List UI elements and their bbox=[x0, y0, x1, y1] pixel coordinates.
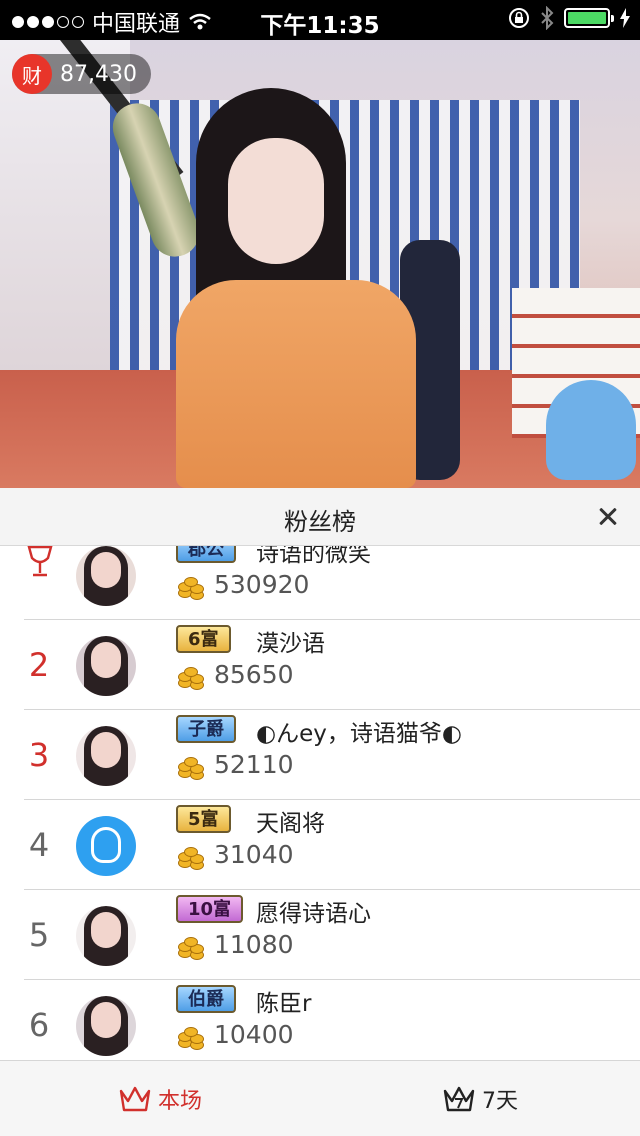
tab-7-days[interactable]: 7天 bbox=[442, 1077, 518, 1121]
user-name: 漠沙语 bbox=[256, 631, 325, 657]
user-name: 陈臣r bbox=[256, 991, 312, 1017]
live-video[interactable] bbox=[0, 40, 640, 488]
ranking-period-tabs: 本场 7天 bbox=[0, 1060, 640, 1136]
avatar[interactable] bbox=[76, 906, 136, 966]
rank-number: 5 bbox=[28, 916, 50, 954]
fan-ranking-list[interactable]: 郡公 诗语的微笑 530920 2 6富 漠沙语 85650 3 子爵 ◐んey… bbox=[0, 546, 640, 1060]
user-name: 天阁将 bbox=[256, 811, 325, 837]
contribution-score: 10400 bbox=[214, 1020, 294, 1049]
rank-number: 4 bbox=[28, 826, 50, 864]
battery-icon bbox=[564, 8, 614, 28]
contribution-score: 52110 bbox=[214, 750, 294, 779]
wealth-badge[interactable]: 财 87,430 bbox=[12, 54, 151, 94]
rank-title-badge: 郡公 bbox=[176, 546, 236, 563]
panel-title: 粉丝榜 bbox=[284, 508, 356, 536]
list-item[interactable]: 郡公 诗语的微笑 530920 bbox=[24, 546, 640, 620]
crown-7-icon bbox=[443, 1086, 475, 1112]
avatar[interactable] bbox=[76, 996, 136, 1056]
user-name: 愿得诗语心 bbox=[256, 901, 371, 927]
contribution-score: 85650 bbox=[214, 660, 294, 689]
coin-icon bbox=[178, 664, 206, 692]
orientation-lock-icon bbox=[509, 8, 529, 28]
user-name: ◐んey，诗语猫爷◐ bbox=[256, 721, 462, 747]
user-name: 诗语的微笑 bbox=[256, 546, 371, 567]
tab-label: 本场 bbox=[158, 1089, 203, 1114]
list-item[interactable]: 2 6富 漠沙语 85650 bbox=[24, 620, 640, 710]
avatar[interactable] bbox=[76, 726, 136, 786]
list-item[interactable]: 3 子爵 ◐んey，诗语猫爷◐ 52110 bbox=[24, 710, 640, 800]
contribution-score: 530920 bbox=[214, 570, 310, 599]
rank-title-badge: 伯爵 bbox=[176, 985, 236, 1013]
wealth-icon: 财 bbox=[12, 54, 52, 94]
list-item[interactable]: 5 10富 愿得诗语心 11080 bbox=[24, 890, 640, 980]
crown-icon bbox=[119, 1086, 151, 1112]
coin-icon bbox=[178, 574, 206, 602]
tab-current-session[interactable]: 本场 bbox=[118, 1077, 202, 1121]
coin-icon bbox=[178, 1024, 206, 1052]
default-avatar-icon[interactable] bbox=[76, 816, 136, 876]
bluetooth-icon bbox=[541, 6, 554, 30]
contribution-score: 31040 bbox=[214, 840, 294, 869]
rank-title-badge: 6富 bbox=[176, 625, 231, 653]
status-bar: 中国联通 下午11:35 bbox=[0, 0, 640, 40]
coin-icon bbox=[178, 754, 206, 782]
rank-number: 3 bbox=[28, 736, 50, 774]
close-icon[interactable] bbox=[590, 498, 626, 534]
coin-icon bbox=[178, 934, 206, 962]
avatar[interactable] bbox=[76, 546, 136, 606]
rank-number: 2 bbox=[28, 646, 50, 684]
system-indicators bbox=[508, 6, 630, 30]
list-item[interactable]: 4 5富 天阁将 31040 bbox=[24, 800, 640, 890]
trophy-icon bbox=[27, 546, 53, 577]
avatar[interactable] bbox=[76, 636, 136, 696]
contribution-score: 11080 bbox=[214, 930, 294, 959]
wealth-value: 87,430 bbox=[60, 61, 137, 87]
fan-ranking-header: 粉丝榜 bbox=[0, 488, 640, 546]
list-item[interactable]: 6 伯爵 陈臣r 10400 bbox=[24, 980, 640, 1060]
rank-number: 6 bbox=[28, 1006, 50, 1044]
rank-title-badge: 10富 bbox=[176, 895, 244, 923]
tab-label: 7天 bbox=[482, 1089, 518, 1114]
charging-icon bbox=[620, 8, 630, 28]
rank-title-badge: 子爵 bbox=[176, 715, 236, 743]
coin-icon bbox=[178, 844, 206, 872]
rank-title-badge: 5富 bbox=[176, 805, 231, 833]
dog-sticker bbox=[546, 380, 636, 480]
